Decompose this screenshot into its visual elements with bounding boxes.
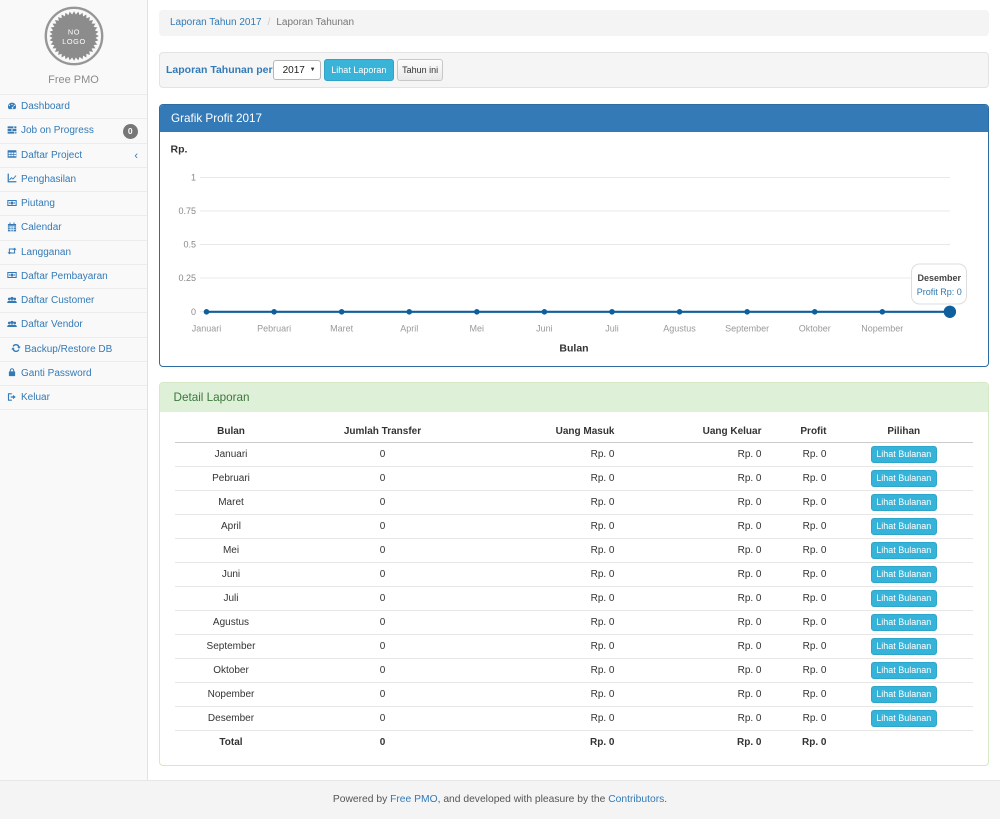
svg-text:Nopember: Nopember — [861, 324, 903, 334]
svg-text:0.75: 0.75 — [178, 206, 196, 216]
svg-text:Profit Rp: 0: Profit Rp: 0 — [916, 287, 961, 297]
svg-text:April: April — [400, 324, 418, 334]
svg-text:0.25: 0.25 — [178, 273, 196, 283]
svg-text:0.5: 0.5 — [183, 240, 196, 250]
svg-text:September: September — [725, 324, 769, 334]
svg-text:Oktober: Oktober — [798, 324, 830, 334]
svg-text:Mei: Mei — [469, 324, 484, 334]
svg-text:Maret: Maret — [330, 324, 354, 334]
svg-text:Januari: Januari — [191, 324, 221, 334]
svg-text:NO: NO — [67, 28, 79, 37]
svg-text:0: 0 — [190, 307, 195, 317]
svg-text:Pebruari: Pebruari — [257, 324, 291, 334]
svg-text:LOGO: LOGO — [62, 37, 86, 46]
svg-text:Bulan: Bulan — [559, 343, 588, 355]
svg-text:Juni: Juni — [536, 324, 553, 334]
svg-text:1: 1 — [190, 173, 195, 183]
svg-text:Juli: Juli — [605, 324, 619, 334]
svg-text:Rp.: Rp. — [170, 144, 187, 156]
svg-text:Desember: Desember — [917, 273, 961, 283]
svg-text:Agustus: Agustus — [663, 324, 696, 334]
